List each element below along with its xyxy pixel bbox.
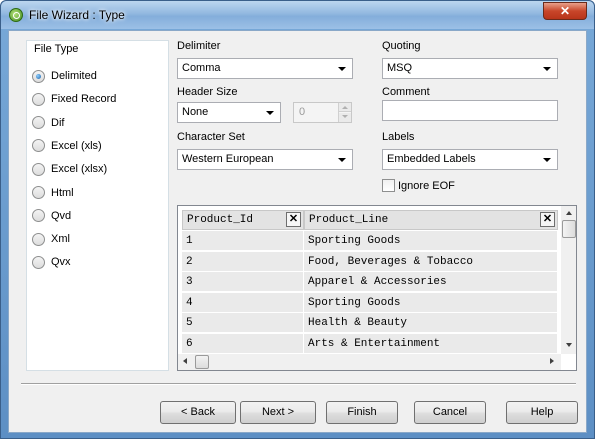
table-cell[interactable]: 3: [182, 272, 304, 292]
file-type-option-fixed-record[interactable]: Fixed Record: [32, 91, 116, 107]
file-type-option-qvd[interactable]: Qvd: [32, 208, 71, 224]
quoting-value: MSQ: [387, 62, 413, 74]
file-type-option-html[interactable]: Html: [32, 185, 74, 201]
file-type-option-label: Xml: [51, 233, 70, 246]
table-cell[interactable]: Sporting Goods: [304, 231, 558, 251]
table-cell[interactable]: Arts & Entertainment: [304, 333, 558, 354]
next-button[interactable]: Next >: [240, 401, 316, 424]
help-button[interactable]: Help: [506, 401, 578, 424]
ignore-eof-checkbox[interactable]: [382, 179, 395, 192]
title-bar[interactable]: File Wizard : Type ✕: [1, 1, 594, 29]
radio-button-icon[interactable]: [32, 162, 45, 176]
remove-column-icon[interactable]: ✕: [540, 212, 555, 227]
file-type-option-label: Qvx: [51, 256, 71, 269]
radio-button-icon[interactable]: [32, 92, 45, 106]
file-type-option-delimited[interactable]: Delimited: [32, 68, 97, 84]
table-cell[interactable]: 1: [182, 231, 304, 251]
table-cell[interactable]: Health & Beauty: [304, 313, 558, 333]
header-size-spinner[interactable]: 0: [293, 102, 352, 123]
scroll-left-arrow-icon[interactable]: [183, 358, 187, 364]
radio-button-icon[interactable]: [32, 186, 45, 199]
table-cell[interactable]: Sporting Goods: [304, 292, 558, 313]
separator-line: [21, 383, 576, 385]
character-set-label: Character Set: [177, 131, 245, 143]
header-size-spin-value: 0: [299, 106, 306, 118]
file-type-option-xml[interactable]: Xml: [32, 231, 70, 247]
file-type-option-label: Excel (xlsx): [51, 163, 108, 176]
file-type-option-dif[interactable]: Dif: [32, 115, 64, 131]
file-type-option-label: Qvd: [51, 209, 72, 222]
labels-label: Labels: [382, 131, 415, 143]
radio-button-icon[interactable]: [32, 139, 45, 153]
file-type-option-label: Excel (xls): [51, 139, 102, 152]
header-size-value: None: [182, 106, 209, 118]
qlikview-app-icon: [9, 8, 23, 22]
column-header-label: Product_Id: [187, 214, 254, 226]
table-cell[interactable]: Food, Beverages & Tobacco: [304, 251, 558, 272]
back-button[interactable]: < Back: [160, 401, 236, 424]
vertical-scroll-thumb[interactable]: [562, 220, 576, 238]
radio-button-icon[interactable]: [32, 209, 45, 223]
file-type-option-excel-xlsx[interactable]: Excel (xlsx): [32, 161, 107, 177]
character-set-value: Western European: [182, 153, 274, 165]
dialog-client-area: File Type Delimited Fixed Record Dif Excel …: [8, 30, 587, 433]
table-cell[interactable]: 5: [182, 313, 304, 333]
chevron-down-icon: [543, 158, 551, 162]
window-close-button[interactable]: ✕: [543, 2, 587, 20]
radio-button-icon[interactable]: [32, 255, 45, 269]
window-title: File Wizard : Type: [29, 8, 125, 22]
table-cell[interactable]: 4: [182, 292, 304, 313]
ignore-eof-label: Ignore EOF: [398, 180, 455, 192]
remove-column-icon[interactable]: ✕: [286, 212, 301, 227]
column-header-label: Product_Line: [309, 214, 389, 226]
file-type-option-qvx[interactable]: Qvx: [32, 254, 71, 270]
radio-button-icon[interactable]: [32, 116, 45, 130]
file-wizard-window: File Wizard : Type ✕ File Type Delimited…: [0, 0, 595, 439]
radio-button-icon[interactable]: [32, 232, 45, 246]
column-header[interactable]: Product_Line ✕: [304, 210, 558, 230]
chevron-down-icon: [338, 158, 346, 162]
chevron-down-icon: [338, 67, 346, 71]
comment-label: Comment: [382, 86, 430, 98]
preview-table: Product_Id ✕ Product_Line ✕ 1 Sporting Goods 2…: [177, 205, 577, 371]
comment-input[interactable]: [382, 100, 558, 121]
spin-down-arrow-icon[interactable]: [339, 113, 351, 122]
header-size-label: Header Size: [177, 86, 238, 98]
file-type-option-excel-xls[interactable]: Excel (xls): [32, 138, 102, 154]
file-type-group: File Type Delimited Fixed Record Dif Excel …: [26, 40, 169, 371]
delimiter-value: Comma: [182, 62, 221, 74]
chevron-down-icon: [543, 67, 551, 71]
delimiter-select[interactable]: Comma: [177, 58, 353, 79]
table-cell[interactable]: 2: [182, 251, 304, 272]
scroll-right-arrow-icon[interactable]: [550, 358, 554, 364]
character-set-select[interactable]: Western European: [177, 149, 353, 170]
labels-select[interactable]: Embedded Labels: [382, 149, 558, 170]
horizontal-scrollbar[interactable]: [178, 354, 561, 370]
table-cell[interactable]: Apparel & Accessories: [304, 272, 558, 292]
file-type-option-label: Fixed Record: [51, 93, 117, 106]
chevron-down-icon: [266, 111, 274, 115]
header-size-select[interactable]: None: [177, 102, 281, 123]
delimiter-label: Delimiter: [177, 40, 221, 52]
file-type-option-label: Html: [51, 186, 74, 199]
file-type-label: File Type: [34, 43, 81, 55]
radio-button-icon[interactable]: [32, 69, 45, 83]
scroll-down-arrow-icon[interactable]: [566, 343, 572, 347]
labels-value: Embedded Labels: [387, 153, 476, 165]
quoting-select[interactable]: MSQ: [382, 58, 558, 79]
file-type-option-label: Delimited: [51, 70, 97, 82]
quoting-label: Quoting: [382, 40, 421, 52]
file-type-option-label: Dif: [51, 116, 65, 129]
scroll-up-arrow-icon[interactable]: [566, 211, 572, 215]
spin-up-arrow-icon[interactable]: [339, 103, 351, 112]
horizontal-scroll-thumb[interactable]: [195, 355, 209, 369]
column-header[interactable]: Product_Id ✕: [182, 210, 304, 230]
cancel-button[interactable]: Cancel: [414, 401, 486, 424]
vertical-scrollbar[interactable]: [561, 206, 576, 354]
finish-button[interactable]: Finish: [326, 401, 398, 424]
table-cell[interactable]: 6: [182, 333, 304, 354]
